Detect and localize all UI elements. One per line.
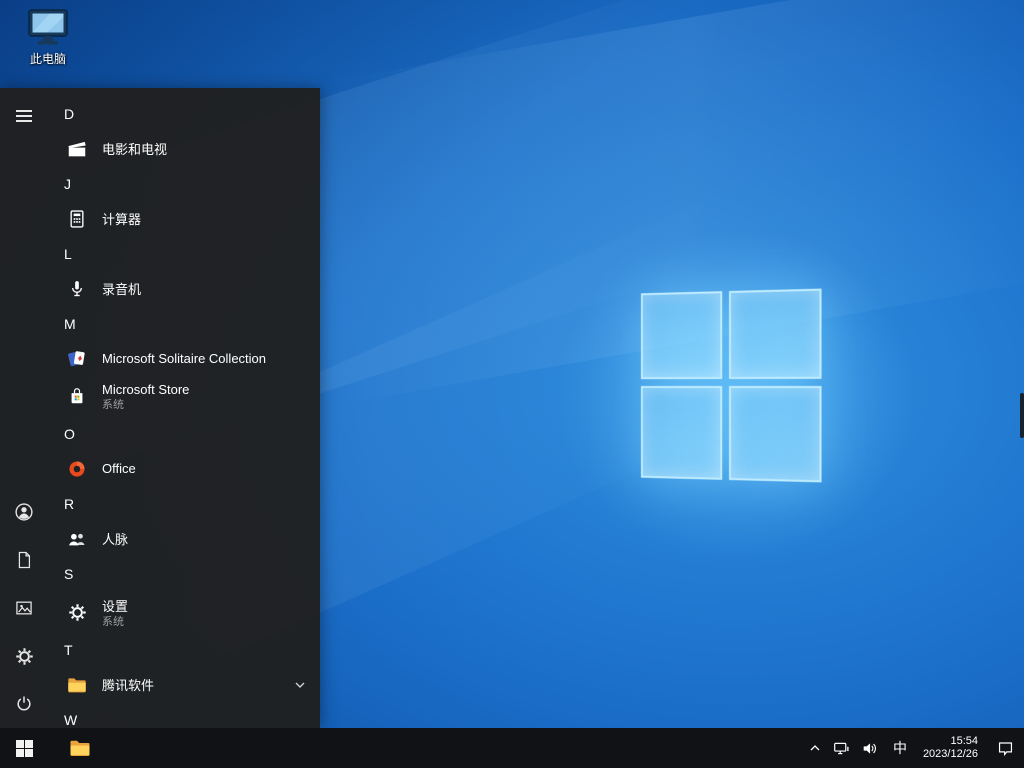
office-icon [64, 456, 90, 482]
app-label: 电影和电视 [102, 142, 167, 157]
app-item-solitaire[interactable]: Microsoft Solitaire Collection [48, 342, 320, 376]
user-icon[interactable] [0, 488, 48, 536]
section-header-r[interactable]: R [48, 486, 320, 522]
file-explorer-button[interactable] [58, 728, 102, 768]
action-center-icon [997, 740, 1014, 757]
app-item-microsoft-store[interactable]: Microsoft Store 系统 [48, 376, 320, 416]
scrollbar-thumb[interactable] [1020, 393, 1024, 438]
store-icon [64, 383, 90, 409]
section-header-d[interactable]: D [48, 96, 320, 132]
movies-tv-icon [64, 136, 90, 162]
app-label: 设置 [102, 599, 128, 614]
logo-pane [641, 291, 722, 379]
section-header-o[interactable]: O [48, 416, 320, 452]
hamburger-icon[interactable] [0, 92, 48, 140]
app-label: 录音机 [102, 282, 141, 297]
app-label: Microsoft Solitaire Collection [102, 351, 266, 366]
section-letter: J [64, 176, 88, 192]
folder-icon [64, 672, 90, 698]
section-letter: S [64, 566, 88, 582]
clock-time: 15:54 [923, 735, 978, 748]
logo-pane [729, 289, 822, 380]
app-group-tencent-software[interactable]: 腾讯软件 [48, 668, 320, 702]
gear-icon[interactable] [0, 632, 48, 680]
section-letter: M [64, 316, 88, 332]
app-item-people[interactable]: 人脉 [48, 522, 320, 556]
section-header-s[interactable]: S [48, 556, 320, 592]
action-center-button[interactable] [986, 728, 1024, 768]
start-menu-app-list: D 电影和电视 J [48, 88, 320, 728]
app-label: 计算器 [102, 212, 141, 227]
taskbar-clock[interactable]: 15:54 2023/12/26 [915, 728, 986, 768]
app-sublabel: 系统 [102, 616, 128, 628]
section-header-w[interactable]: W [48, 702, 320, 728]
section-letter: O [64, 426, 88, 442]
voice-recorder-icon [64, 276, 90, 302]
app-label: 腾讯软件 [102, 678, 154, 693]
app-item-movies-tv[interactable]: 电影和电视 [48, 132, 320, 166]
app-item-calculator[interactable]: 计算器 [48, 202, 320, 236]
pictures-icon[interactable] [0, 584, 48, 632]
network-icon[interactable] [827, 728, 856, 768]
power-icon[interactable] [0, 680, 48, 728]
section-letter: W [64, 712, 88, 728]
start-menu: D 电影和电视 J [0, 88, 320, 728]
settings-gear-icon [64, 599, 90, 625]
chevron-down-icon [294, 679, 306, 691]
section-header-j[interactable]: J [48, 166, 320, 202]
clock-date: 2023/12/26 [923, 748, 978, 761]
app-label: Microsoft Store [102, 382, 189, 397]
app-item-voice-recorder[interactable]: 录音机 [48, 272, 320, 306]
logo-pane [641, 386, 722, 480]
section-letter: R [64, 496, 88, 512]
start-menu-rail [0, 88, 48, 728]
system-tray: 中 15:54 2023/12/26 [803, 728, 1024, 768]
app-label: 人脉 [102, 532, 128, 547]
windows-logo-wallpaper [641, 289, 822, 483]
solitaire-icon [64, 346, 90, 372]
logo-pane [729, 386, 822, 482]
desktop-icon-label: 此电脑 [8, 50, 88, 67]
windows-logo-icon [16, 740, 33, 757]
section-letter: T [64, 642, 88, 658]
app-item-office[interactable]: Office [48, 452, 320, 486]
volume-icon[interactable] [856, 728, 885, 768]
app-item-settings[interactable]: 设置 系统 [48, 592, 320, 632]
tray-chevron-up-icon[interactable] [803, 728, 827, 768]
calculator-icon [64, 206, 90, 232]
section-letter: L [64, 246, 88, 262]
app-sublabel: 系统 [102, 399, 189, 411]
start-button[interactable] [0, 728, 48, 768]
folder-icon [68, 736, 92, 760]
desktop-icon-this-pc[interactable]: 此电脑 [8, 8, 88, 67]
taskbar: 中 15:54 2023/12/26 [0, 728, 1024, 768]
section-letter: D [64, 106, 88, 122]
this-pc-icon [25, 8, 71, 48]
people-icon [64, 526, 90, 552]
section-header-m[interactable]: M [48, 306, 320, 342]
section-header-t[interactable]: T [48, 632, 320, 668]
ime-indicator[interactable]: 中 [885, 728, 915, 768]
document-icon[interactable] [0, 536, 48, 584]
section-header-l[interactable]: L [48, 236, 320, 272]
app-label: Office [102, 461, 136, 476]
